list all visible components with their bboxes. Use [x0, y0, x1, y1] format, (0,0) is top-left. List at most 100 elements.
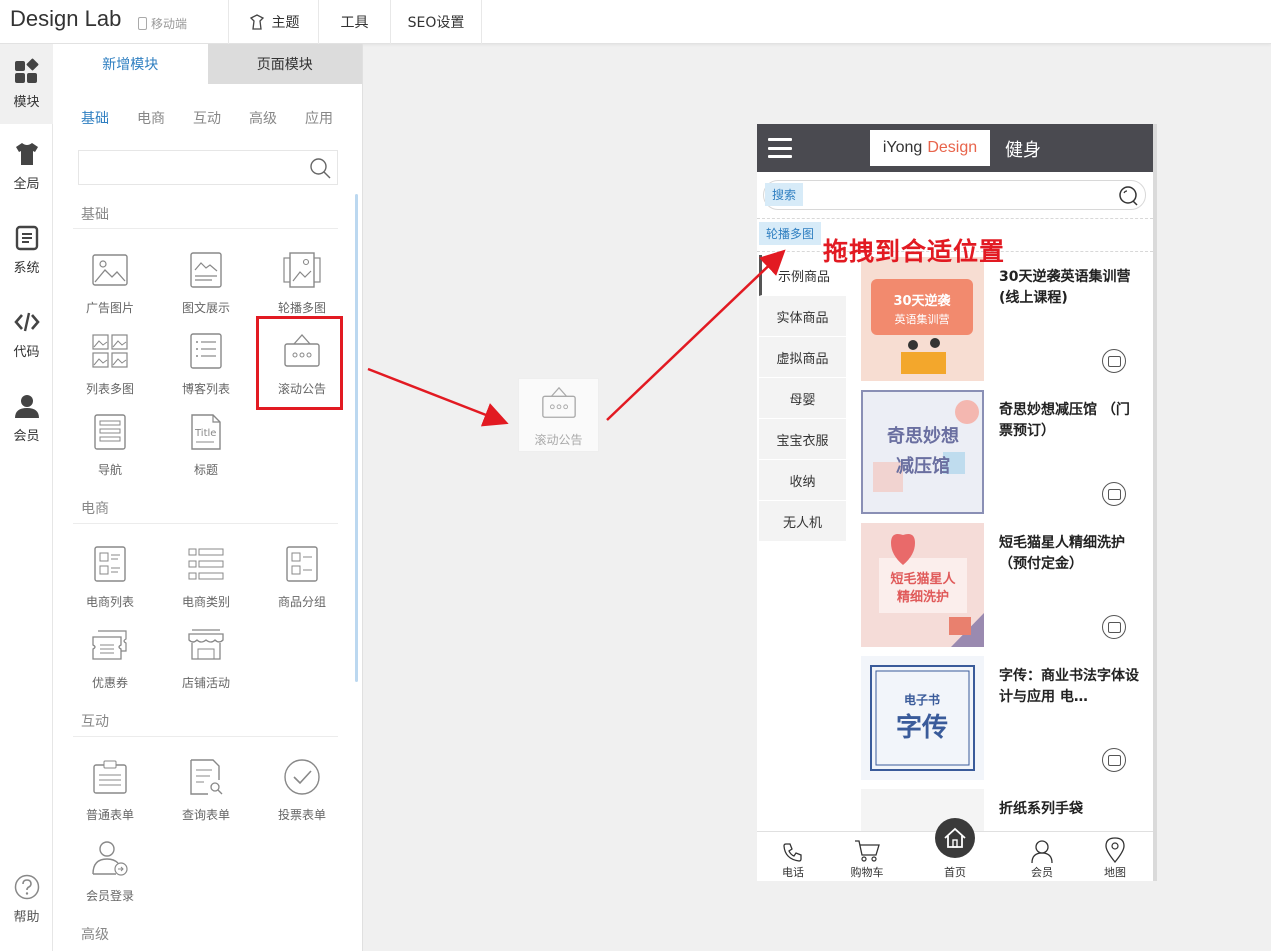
svg-text:减压馆: 减压馆: [896, 455, 950, 477]
product-card[interactable]: 30天逆袭 英语集训营 30天逆袭英语集训营 (线上课程): [861, 257, 1151, 385]
arrow-to-ghost: [367, 367, 509, 427]
module-label: 店铺活动: [181, 676, 230, 690]
logo-text-2: Design: [927, 139, 978, 156]
module-label: 普通表单: [85, 808, 134, 822]
comment-icon[interactable]: [1102, 482, 1126, 506]
search-icon[interactable]: [1117, 185, 1139, 207]
side-category[interactable]: 实体商品: [759, 296, 846, 337]
comment-icon[interactable]: [1102, 748, 1126, 772]
mobile-mode-toggle[interactable]: 移动端: [138, 15, 187, 32]
product-card[interactable]: 奇思妙想 减压馆 奇思妙想减压馆 （门票预订）: [861, 390, 1151, 518]
theme-icon: [249, 14, 264, 30]
module-regular-form[interactable]: 普通表单: [62, 751, 158, 831]
tab-add-module[interactable]: 新增模块: [53, 44, 208, 84]
module-coupon[interactable]: 优惠券: [62, 619, 158, 699]
phone-search-input[interactable]: [763, 180, 1146, 210]
side-category[interactable]: 母婴: [759, 378, 846, 419]
module-store-activity[interactable]: 店铺活动: [158, 619, 254, 699]
coupon-icon: [92, 630, 127, 660]
module-blog-list[interactable]: 博客列表: [158, 325, 254, 405]
site-name: 健身: [1005, 140, 1041, 161]
module-ecommerce-category[interactable]: 电商类别: [158, 538, 254, 618]
module-label: 博客列表: [181, 382, 230, 396]
module-ecommerce-list[interactable]: 电商列表: [62, 538, 158, 618]
search-icon[interactable]: [309, 157, 331, 179]
ghost-label: 滚动公告: [534, 433, 583, 447]
module-vote-form[interactable]: 投票表单: [254, 751, 350, 831]
module-member-login[interactable]: 会员登录: [62, 832, 158, 912]
bottom-nav-map[interactable]: 地图: [1080, 832, 1150, 881]
phone-icon: [138, 17, 147, 30]
query-form-icon: [190, 759, 223, 795]
help-button[interactable]: 帮助: [0, 874, 53, 925]
user-icon: [1031, 840, 1053, 863]
phone-call-icon: [783, 843, 802, 862]
product-card[interactable]: 短毛猫星人 精细洗护 短毛猫星人精细洗护 （预付定金）: [861, 523, 1151, 651]
category-basic[interactable]: 基础: [81, 108, 109, 128]
rail-item-global[interactable]: 全局: [0, 126, 53, 206]
module-list-images[interactable]: 列表多图: [62, 325, 158, 405]
module-title[interactable]: Title 标题: [158, 406, 254, 486]
module-search-input[interactable]: [78, 150, 338, 185]
category-interactive[interactable]: 互动: [193, 108, 221, 128]
divider: [73, 736, 338, 737]
divider: [73, 523, 338, 524]
product-title: 30天逆袭英语集训营 (线上课程): [999, 269, 1131, 306]
side-category[interactable]: 收纳: [759, 460, 846, 501]
seo-menu[interactable]: SEO设置: [390, 0, 482, 44]
tab-page-module[interactable]: 页面模块: [207, 44, 362, 84]
side-category[interactable]: 虚拟商品: [759, 337, 846, 378]
rail-item-system[interactable]: 系统: [0, 210, 53, 290]
category-advanced[interactable]: 高级: [249, 108, 277, 128]
comment-icon[interactable]: [1102, 615, 1126, 639]
rail-item-code[interactable]: 代码: [0, 294, 53, 374]
tools-label: 工具: [340, 15, 369, 31]
search-module[interactable]: 搜索: [757, 174, 1153, 219]
bottom-nav-bar: 电话 购物车 首页 会员 地图: [757, 818, 1153, 881]
bottom-nav-home[interactable]: 首页: [920, 832, 990, 881]
site-logo[interactable]: iYong Design: [870, 130, 990, 166]
blog-list-icon: [190, 333, 222, 369]
module-label: 导航: [97, 463, 122, 477]
product-card[interactable]: 电子书 字传 字传：商业书法字体设计与应用 电…: [861, 656, 1151, 784]
bottom-nav-label: 购物车: [850, 866, 884, 879]
rail-label-global: 全局: [13, 177, 40, 192]
module-navigation[interactable]: 导航: [62, 406, 158, 486]
thumb-title: 30天逆袭: [893, 293, 951, 309]
category-tabs: 基础 电商 互动 高级 应用: [81, 108, 333, 128]
help-label: 帮助: [13, 910, 40, 925]
module-ad-image[interactable]: 广告图片: [62, 244, 158, 324]
rail-item-modules[interactable]: 模块: [0, 44, 53, 124]
thumb-subtitle: 电子书: [904, 692, 940, 707]
side-category[interactable]: 宝宝衣服: [759, 419, 846, 460]
side-category[interactable]: 无人机: [759, 501, 846, 542]
section-title-advanced: 高级: [81, 927, 109, 943]
tools-menu[interactable]: 工具: [318, 0, 390, 44]
module-label: 查询表单: [181, 808, 230, 822]
module-carousel[interactable]: 轮播多图: [254, 244, 350, 324]
dragging-module-ghost[interactable]: 滚动公告: [518, 378, 599, 452]
section-title-ecommerce: 电商: [81, 501, 109, 517]
module-query-form[interactable]: 查询表单: [158, 751, 254, 831]
rail-label-system: 系统: [13, 261, 40, 276]
comment-icon[interactable]: [1102, 349, 1126, 373]
category-apps[interactable]: 应用: [305, 108, 333, 128]
panel-scrollbar[interactable]: [355, 194, 358, 682]
module-image-text[interactable]: 图文展示: [158, 244, 254, 324]
title-icon: Title: [191, 414, 221, 450]
section-title-basic: 基础: [81, 207, 109, 223]
rail-item-member[interactable]: 会员: [0, 378, 53, 458]
help-icon: [14, 874, 39, 900]
svg-text:奇思妙想: 奇思妙想: [887, 425, 959, 447]
bottom-nav-cart[interactable]: 购物车: [832, 832, 902, 881]
menu-icon[interactable]: [768, 138, 792, 158]
svg-text:字传: 字传: [896, 712, 948, 743]
search-module-tag: 搜索: [765, 183, 804, 206]
module-product-group[interactable]: 商品分组: [254, 538, 350, 618]
store-icon: [188, 629, 224, 660]
bottom-nav-phone[interactable]: 电话: [758, 832, 828, 881]
theme-menu[interactable]: 主题: [228, 0, 318, 44]
bottom-nav-member[interactable]: 会员: [1007, 832, 1077, 881]
notice-board-icon: [541, 386, 576, 418]
category-ecommerce[interactable]: 电商: [137, 108, 165, 128]
